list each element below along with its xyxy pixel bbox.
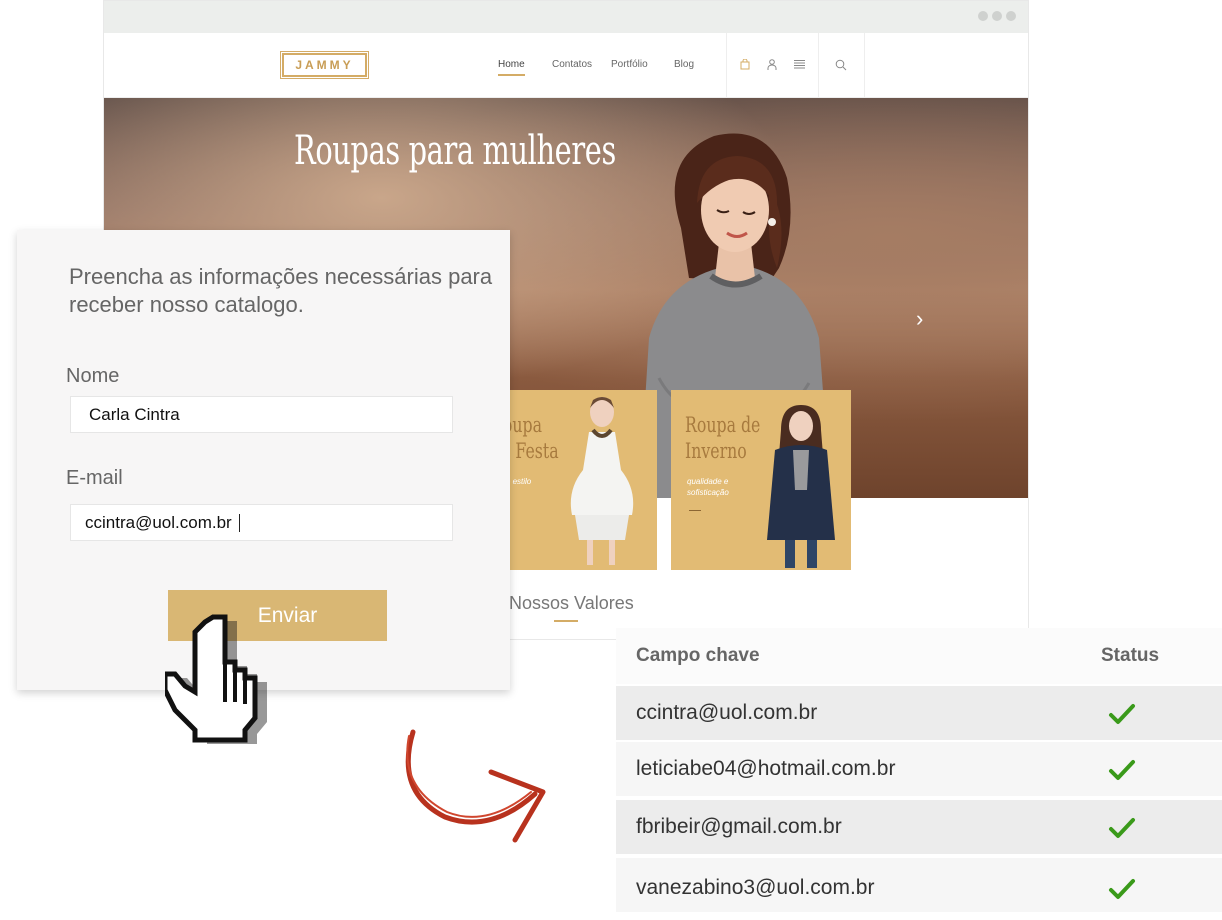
curved-arrow-icon (405, 729, 546, 843)
nav-home[interactable]: Home (498, 59, 525, 76)
check-icon (1109, 818, 1135, 838)
form-intro: Preencha as informações necessárias para… (69, 264, 493, 317)
promo-title: Roupa de Inverno (685, 413, 761, 463)
section-title: Nossos Valores (509, 593, 634, 613)
email-field[interactable]: ccintra@uol.com.br (70, 504, 453, 541)
table-row[interactable]: fbribeir@gmail.com.br (616, 798, 1222, 854)
table-row[interactable]: vanezabino3@uol.com.br (616, 856, 1222, 912)
window-dot[interactable] (992, 11, 1002, 21)
table-row[interactable]: ccintra@uol.com.br (616, 684, 1222, 740)
nav-portfolio[interactable]: Portfólio (611, 59, 648, 70)
slider-next-arrow[interactable]: › (916, 306, 923, 332)
table-row[interactable]: leticiabe04@hotmail.com.br (616, 740, 1222, 796)
catalog-form: Preencha as informações necessárias para… (17, 230, 510, 744)
row-email: vanezabino3@uol.com.br (636, 876, 875, 899)
dress-model-image (570, 397, 634, 565)
nav-contatos[interactable]: Contatos (552, 59, 592, 70)
row-email: ccintra@uol.com.br (636, 701, 818, 724)
table-header: Campo chave Status (616, 628, 1222, 684)
nav-home-label: Home (498, 59, 525, 70)
bag-icon[interactable] (740, 58, 750, 73)
hero-title: Roupas para mulheres (294, 128, 616, 174)
header-divider (726, 33, 727, 97)
hand-cursor-icon (165, 614, 267, 744)
column-header-status: Status (1101, 645, 1160, 666)
name-value: Carla Cintra (89, 404, 180, 424)
check-icon (1109, 704, 1135, 724)
site-logo[interactable]: JAMMY (280, 51, 369, 79)
check-icon (1109, 760, 1135, 780)
browser-titlebar (104, 1, 1028, 33)
section-title-underline (554, 620, 578, 622)
name-label: Nome (66, 365, 120, 387)
promo-subtitle: qualidade e sofisticação (687, 477, 729, 497)
promo-card-inverno[interactable]: Roupa de Inverno qualidade e sofisticaçã… (671, 390, 851, 570)
search-icon[interactable] (835, 59, 847, 74)
header-divider (864, 33, 865, 97)
email-label: E-mail (66, 467, 123, 489)
text-caret (238, 513, 240, 532)
promo-divider (689, 510, 701, 511)
active-nav-underline (498, 74, 525, 76)
coat-model-image (767, 405, 835, 568)
menu-icon[interactable] (794, 59, 805, 72)
site-header: JAMMY Home Contatos Portfólio Blog (104, 33, 1028, 98)
window-controls (978, 11, 1016, 21)
row-email: leticiabe04@hotmail.com.br (636, 757, 896, 780)
name-field[interactable]: Carla Cintra (70, 396, 453, 433)
user-icon[interactable] (767, 59, 777, 74)
row-email: fbribeir@gmail.com.br (636, 815, 842, 838)
email-value: ccintra@uol.com.br (85, 512, 232, 532)
column-header-key: Campo chave (636, 645, 760, 666)
nav-blog[interactable]: Blog (674, 59, 694, 70)
window-dot[interactable] (1006, 11, 1016, 21)
header-divider (818, 33, 819, 97)
window-dot[interactable] (978, 11, 988, 21)
status-table: Campo chave Status ccintra@uol.com.br le… (616, 628, 1222, 920)
check-icon (1109, 879, 1135, 899)
